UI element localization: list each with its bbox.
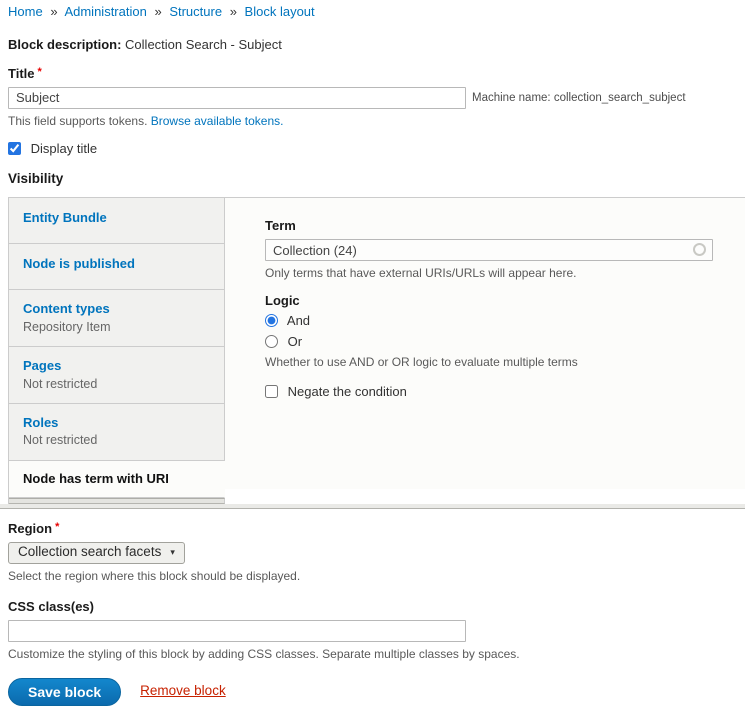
tab-node-is-published[interactable]: Node is published <box>9 244 225 290</box>
logic-and-label: And <box>287 313 310 328</box>
logic-description: Whether to use AND or OR logic to evalua… <box>265 355 715 370</box>
title-label: Title* <box>8 66 745 82</box>
breadcrumb-separator: » <box>154 4 161 19</box>
css-classes-input[interactable] <box>8 620 466 642</box>
browse-tokens-link[interactable]: Browse available tokens. <box>151 114 284 128</box>
logic-or-label: Or <box>288 334 302 349</box>
display-title-label: Display title <box>31 141 97 156</box>
tab-label: Entity Bundle <box>23 210 210 226</box>
remove-block-link[interactable]: Remove block <box>140 683 226 700</box>
breadcrumb-link-structure[interactable]: Structure <box>169 4 222 19</box>
tab-label: Node has term with URI <box>23 471 210 487</box>
tab-pages[interactable]: Pages Not restricted <box>9 347 225 404</box>
region-label: Region* <box>8 521 745 537</box>
logic-and-radio[interactable] <box>265 314 278 327</box>
tab-label: Pages <box>23 358 210 374</box>
term-label: Term <box>265 218 715 234</box>
save-block-button[interactable]: Save block <box>8 678 121 706</box>
logic-option-or[interactable]: Or <box>265 334 302 349</box>
block-description-label: Block description: <box>8 37 121 52</box>
region-description: Select the region where this block shoul… <box>8 569 745 584</box>
breadcrumb-separator: » <box>50 4 57 19</box>
logic-option-and[interactable]: And <box>265 313 310 328</box>
negate-option[interactable]: Negate the condition <box>265 384 407 399</box>
tab-content-types[interactable]: Content types Repository Item <box>9 290 225 347</box>
tab-summary: Repository Item <box>23 320 210 336</box>
css-classes-field-group: CSS class(es) Customize the styling of t… <box>8 599 745 662</box>
logic-or-radio[interactable] <box>265 335 278 348</box>
css-classes-label: CSS class(es) <box>8 599 745 615</box>
logic-field-group: Logic And Or Whether to use AND or OR lo… <box>265 293 715 370</box>
breadcrumb-link-block-layout[interactable]: Block layout <box>245 4 315 19</box>
display-title-option[interactable]: Display title <box>8 141 97 156</box>
required-marker: * <box>38 66 42 78</box>
region-select[interactable]: Collection search facets ▾ <box>8 542 185 564</box>
term-autocomplete-input[interactable] <box>265 239 713 261</box>
css-classes-description: Customize the styling of this block by a… <box>8 647 745 662</box>
display-title-group: Display title <box>8 141 745 157</box>
visibility-vertical-tabs: Entity Bundle Node is published Content … <box>8 197 745 504</box>
negate-label: Negate the condition <box>288 384 407 399</box>
negate-field-group: Negate the condition <box>265 384 715 400</box>
form-actions: Save block Remove block <box>8 678 745 706</box>
tab-summary: Not restricted <box>23 377 210 393</box>
machine-name: Machine name: collection_search_subject <box>472 91 686 105</box>
negate-checkbox[interactable] <box>265 385 278 398</box>
block-description-value: Collection Search - Subject <box>125 37 282 52</box>
breadcrumb-separator: » <box>230 4 237 19</box>
term-field-group: Term Only terms that have external URIs/… <box>265 218 715 281</box>
tab-summary: Not restricted <box>23 433 210 449</box>
machine-name-value: collection_search_subject <box>554 92 686 104</box>
visibility-tabs-menu: Entity Bundle Node is published Content … <box>8 197 225 504</box>
tab-entity-bundle[interactable]: Entity Bundle <box>9 198 225 244</box>
logic-label: Logic <box>265 293 715 309</box>
tab-roles[interactable]: Roles Not restricted <box>9 404 225 461</box>
breadcrumb: Home » Administration » Structure » Bloc… <box>8 4 745 20</box>
region-field-group: Region* Collection search facets ▾ Selec… <box>8 521 745 583</box>
visibility-heading: Visibility <box>8 171 745 188</box>
tab-label: Content types <box>23 301 210 317</box>
region-selected-value: Collection search facets <box>18 544 161 561</box>
breadcrumb-link-administration[interactable]: Administration <box>64 4 146 19</box>
visibility-tab-pane: Term Only terms that have external URIs/… <box>225 197 745 489</box>
tabs-menu-footer <box>9 498 225 504</box>
tab-label: Node is published <box>23 256 210 272</box>
display-title-checkbox[interactable] <box>8 142 21 155</box>
chevron-down-icon: ▾ <box>170 547 175 558</box>
breadcrumb-link-home[interactable]: Home <box>8 4 43 19</box>
tab-label: Roles <box>23 415 210 431</box>
vertical-tabs-bottom-strip <box>0 504 745 509</box>
title-field-group: Title* Machine name: collection_search_s… <box>8 66 745 129</box>
title-input[interactable] <box>8 87 466 109</box>
block-description: Block description: Collection Search - S… <box>8 37 745 53</box>
required-marker: * <box>55 521 59 533</box>
tab-node-has-term-with-uri[interactable]: Node has term with URI <box>9 461 225 498</box>
term-description: Only terms that have external URIs/URLs … <box>265 266 715 281</box>
title-description: This field supports tokens. Browse avail… <box>8 114 745 129</box>
